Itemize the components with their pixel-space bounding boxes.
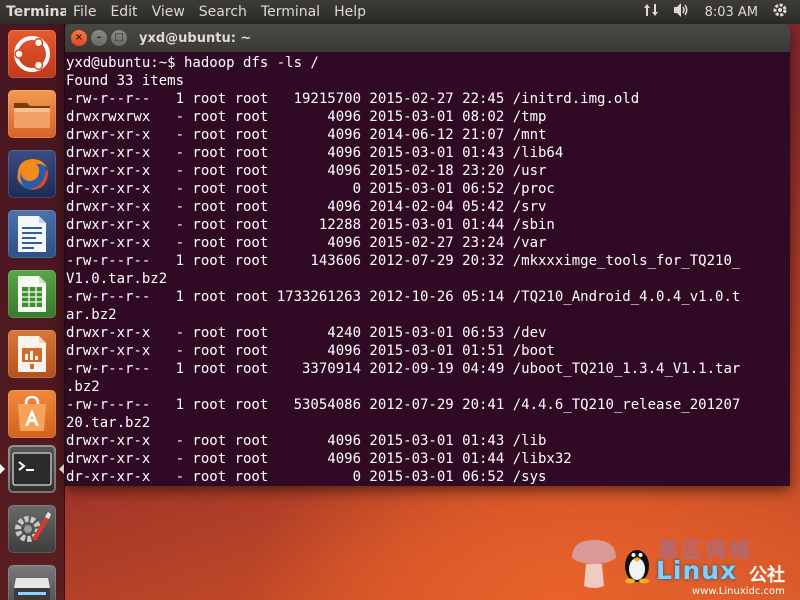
menu-edit[interactable]: Edit xyxy=(103,4,144,20)
launcher-firefox[interactable] xyxy=(8,150,56,198)
menu-file[interactable]: File xyxy=(66,4,103,20)
window-minimize-button[interactable]: – xyxy=(91,30,107,46)
firefox-icon xyxy=(17,159,48,190)
menu-view[interactable]: View xyxy=(145,4,192,20)
scanner-icon xyxy=(14,578,50,600)
mushroom-logo-icon xyxy=(572,540,616,588)
terminal-line: 20.tar.bz2 xyxy=(66,415,151,431)
active-app-name: Terminal xyxy=(6,4,66,20)
launcher-libreoffice-writer[interactable] xyxy=(8,210,56,258)
terminal-line: -rw-r--r-- 1 root root 1733261263 2012-1… xyxy=(66,289,741,305)
launcher-system-settings[interactable] xyxy=(8,505,56,553)
launcher-files[interactable] xyxy=(8,90,56,138)
close-icon: × xyxy=(74,32,84,43)
launcher-libreoffice-calc[interactable] xyxy=(8,270,56,318)
minimize-icon: – xyxy=(96,32,102,43)
launcher-software-center[interactable] xyxy=(8,390,56,438)
watermark-domain: www.Linuxidc.com xyxy=(692,586,785,597)
terminal-line: -rw-r--r-- 1 root root 143606 2012-07-29… xyxy=(66,253,741,269)
terminal-line: drwxr-xr-x - root root 4096 2015-03-01 0… xyxy=(66,451,572,467)
calc-spreadsheet-icon xyxy=(18,276,46,312)
folder-icon xyxy=(14,103,50,128)
terminal-output[interactable]: yxd@ubuntu:~$ hadoop dfs -ls / Found 33 i… xyxy=(65,52,790,486)
launcher xyxy=(0,24,65,600)
writer-document-icon xyxy=(18,216,46,252)
terminal-line: dr-xr-xr-x - root root 0 2015-03-01 06:5… xyxy=(66,469,547,485)
network-updown-icon[interactable] xyxy=(643,2,659,22)
terminal-line: drwxr-xr-x - root root 4096 2014-06-12 2… xyxy=(66,127,547,143)
linuxidc-watermark: 黑区网络 Linux 公社 www.Linuxidc.com xyxy=(566,530,800,600)
terminal-line: dr-xr-xr-x - root root 0 2015-03-01 06:5… xyxy=(66,181,555,197)
terminal-line: V1.0.tar.bz2 xyxy=(66,271,168,287)
power-gear-icon[interactable] xyxy=(772,2,788,22)
terminal-line: .bz2 xyxy=(66,379,100,395)
terminal-titlebar[interactable]: × – □ yxd@ubuntu: ~ xyxy=(65,24,790,52)
menu-terminal[interactable]: Terminal xyxy=(254,4,327,20)
terminal-line: drwxr-xr-x - root root 4240 2015-03-01 0… xyxy=(66,325,547,341)
window-maximize-button[interactable]: □ xyxy=(111,30,127,46)
watermark-brand-cn: 公社 xyxy=(749,565,785,586)
terminal-line: drwxrwxrwx - root root 4096 2015-03-01 0… xyxy=(66,109,547,125)
menu-bar: File Edit View Search Terminal Help xyxy=(66,4,373,20)
tux-penguin-icon xyxy=(625,550,649,584)
terminal-line: Found 33 items xyxy=(66,73,185,89)
volume-icon[interactable] xyxy=(673,2,691,22)
terminal-line: -rw-r--r-- 1 root root 3370914 2012-09-1… xyxy=(66,361,741,377)
terminal-line: drwxr-xr-x - root root 4096 2015-02-27 2… xyxy=(66,235,547,251)
terminal-line: drwxr-xr-x - root root 4096 2014-02-04 0… xyxy=(66,199,547,215)
menu-search[interactable]: Search xyxy=(192,4,254,20)
terminal-line: yxd@ubuntu:~$ hadoop dfs -ls / xyxy=(66,55,319,71)
launcher-scanner[interactable] xyxy=(8,565,56,600)
impress-presentation-icon xyxy=(18,336,46,372)
watermark-brand: Linux xyxy=(656,556,738,585)
terminal-line: -rw-r--r-- 1 root root 53054086 2012-07-… xyxy=(66,397,741,413)
launcher-terminal[interactable] xyxy=(8,445,56,493)
terminal-line: drwxr-xr-x - root root 4096 2015-03-01 0… xyxy=(66,343,555,359)
launcher-ubuntu-dash[interactable] xyxy=(8,30,56,78)
active-app-indicator xyxy=(0,464,5,474)
maximize-icon: □ xyxy=(114,32,124,43)
menu-help[interactable]: Help xyxy=(327,4,373,20)
focused-app-indicator xyxy=(59,464,64,474)
terminal-line: drwxr-xr-x - root root 12288 2015-03-01 … xyxy=(66,217,555,233)
indicator-area: 8:03 AM xyxy=(643,2,800,22)
terminal-icon xyxy=(12,452,52,486)
terminal-line: -rw-r--r-- 1 root root 19215700 2015-02-… xyxy=(66,91,640,107)
clock[interactable]: 8:03 AM xyxy=(705,5,758,20)
launcher-libreoffice-impress[interactable] xyxy=(8,330,56,378)
top-panel: Terminal File Edit View Search Terminal … xyxy=(0,0,800,24)
terminal-line: drwxr-xr-x - root root 4096 2015-02-18 2… xyxy=(66,163,547,179)
terminal-window: × – □ yxd@ubuntu: ~ yxd@ubuntu:~$ hadoop… xyxy=(65,24,790,486)
ubuntu-logo-icon xyxy=(14,36,50,72)
terminal-line: drwxr-xr-x - root root 4096 2015-03-01 0… xyxy=(66,433,547,449)
shopping-bag-icon xyxy=(18,395,46,431)
settings-tools-icon xyxy=(15,512,51,542)
terminal-line: drwxr-xr-x - root root 4096 2015-03-01 0… xyxy=(66,145,564,161)
window-title: yxd@ubuntu: ~ xyxy=(139,30,252,46)
terminal-line: ar.bz2 xyxy=(66,307,117,323)
window-close-button[interactable]: × xyxy=(71,30,87,46)
